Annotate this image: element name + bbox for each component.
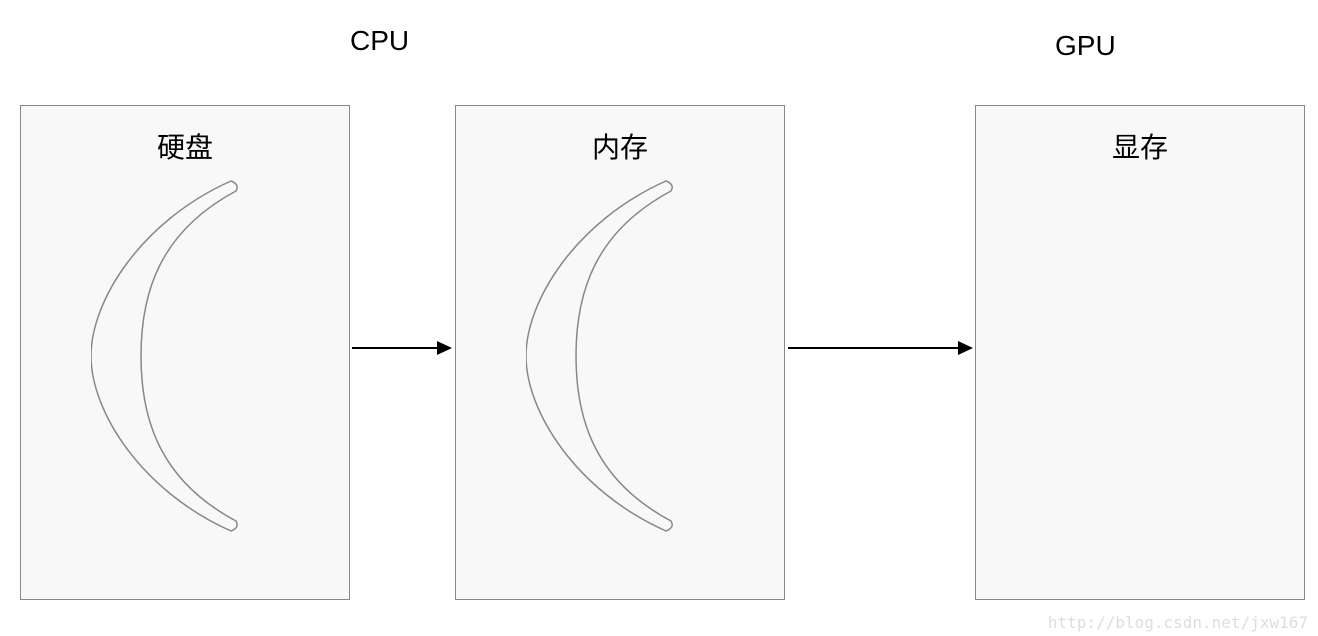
crescent-moon-icon: [526, 171, 726, 541]
crescent-moon-icon: [91, 171, 291, 541]
gpu-header-label: GPU: [1055, 30, 1116, 62]
watermark-text: http://blog.csdn.net/jxw167: [1048, 613, 1308, 632]
vram-box-title: 显存: [976, 126, 1304, 166]
disk-box-title: 硬盘: [21, 126, 349, 166]
memory-box-title: 内存: [456, 126, 784, 166]
memory-box: 内存: [455, 105, 785, 600]
arrow-disk-to-memory-icon: [352, 338, 452, 358]
arrow-memory-to-vram-icon: [788, 338, 973, 358]
vram-box: 显存: [975, 105, 1305, 600]
disk-box: 硬盘: [20, 105, 350, 600]
cpu-header-label: CPU: [350, 25, 409, 57]
